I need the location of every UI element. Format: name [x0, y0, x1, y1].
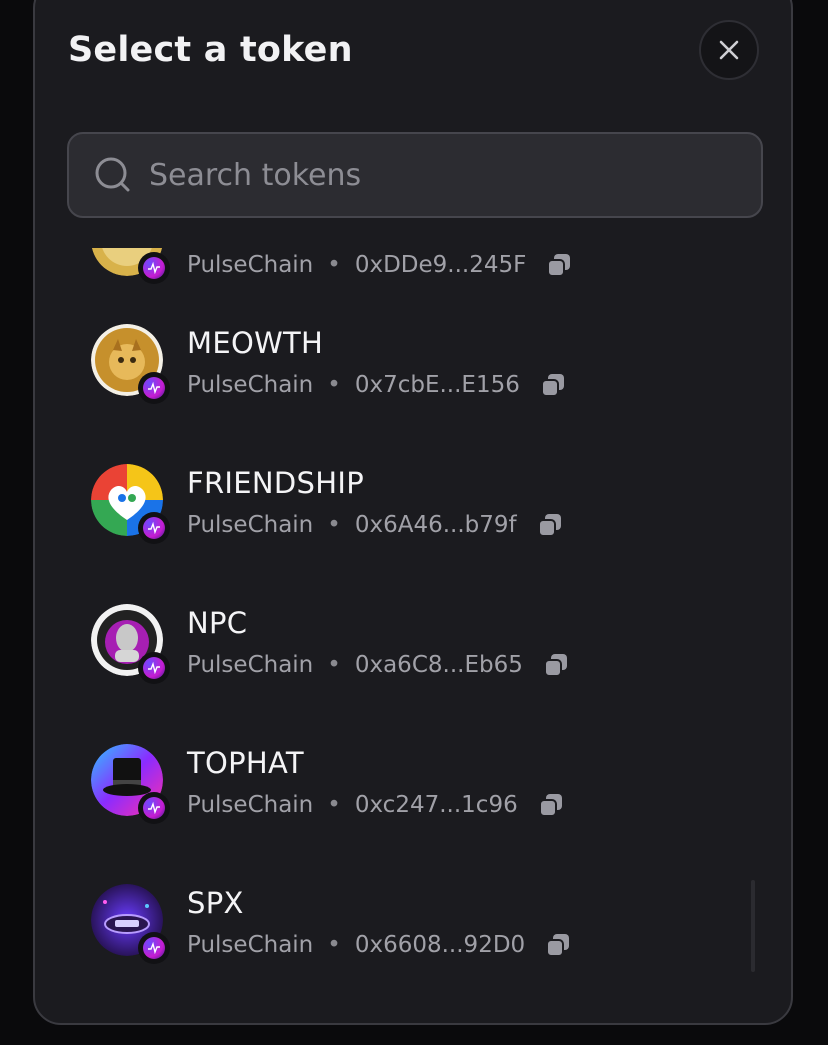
- token-row[interactable]: NPC PulseChain • 0xa6C8...Eb65: [35, 604, 755, 744]
- modal-title: Select a token: [68, 30, 353, 70]
- search-icon: [95, 157, 130, 192]
- token-address: 0xDDe9...245F: [354, 252, 527, 278]
- token-name: MEOWTH: [187, 326, 324, 360]
- separator: •: [327, 792, 341, 818]
- chain-name: PulseChain: [187, 512, 314, 538]
- token-address: 0x7cbE...E156: [354, 372, 520, 398]
- token-name: NPC: [187, 606, 248, 640]
- token-list[interactable]: PulseChain • 0xDDe9...245F MEOWTH PulseC…: [35, 248, 791, 1008]
- token-row[interactable]: FRIENDSHIP PulseChain • 0x6A46...b79f: [35, 464, 755, 604]
- chain-name: PulseChain: [187, 792, 314, 818]
- copy-icon[interactable]: [540, 372, 566, 398]
- token-row[interactable]: SPX PulseChain • 0x6608...92D0: [35, 884, 755, 1008]
- separator: •: [327, 512, 341, 538]
- separator: •: [327, 372, 341, 398]
- close-icon: [719, 40, 739, 60]
- token-meta: PulseChain • 0x7cbE...E156: [187, 372, 566, 398]
- token-meta: PulseChain • 0x6608...92D0: [187, 932, 571, 958]
- pulsechain-badge-icon: [138, 512, 170, 544]
- token-meta: PulseChain • 0xDDe9...245F: [187, 252, 572, 278]
- separator: •: [327, 252, 341, 278]
- pulsechain-badge-icon: [138, 372, 170, 404]
- token-name: SPX: [187, 886, 244, 920]
- chain-name: PulseChain: [187, 372, 314, 398]
- separator: •: [327, 652, 341, 678]
- chain-name: PulseChain: [187, 652, 314, 678]
- token-address: 0xa6C8...Eb65: [354, 652, 523, 678]
- copy-icon[interactable]: [537, 512, 563, 538]
- copy-icon[interactable]: [545, 932, 571, 958]
- separator: •: [327, 932, 341, 958]
- token-name: FRIENDSHIP: [187, 466, 364, 500]
- token-address: 0x6608...92D0: [354, 932, 526, 958]
- token-select-modal: Select a token PulseChain • 0xDDe9...245…: [33, 0, 793, 1025]
- copy-icon[interactable]: [538, 792, 564, 818]
- pulsechain-badge-icon: [138, 792, 170, 824]
- pulsechain-badge-icon: [138, 252, 170, 284]
- token-row[interactable]: TOPHAT PulseChain • 0xc247...1c96: [35, 744, 755, 884]
- pulsechain-badge-icon: [138, 652, 170, 684]
- token-address: 0x6A46...b79f: [354, 512, 517, 538]
- token-name: TOPHAT: [187, 746, 304, 780]
- chain-name: PulseChain: [187, 932, 314, 958]
- token-address: 0xc247...1c96: [354, 792, 518, 818]
- token-meta: PulseChain • 0x6A46...b79f: [187, 512, 563, 538]
- token-meta: PulseChain • 0xa6C8...Eb65: [187, 652, 569, 678]
- search-input[interactable]: [147, 133, 761, 217]
- token-meta: PulseChain • 0xc247...1c96: [187, 792, 564, 818]
- scrollbar[interactable]: [751, 880, 755, 972]
- copy-icon[interactable]: [543, 652, 569, 678]
- search-box[interactable]: [67, 132, 763, 218]
- close-button[interactable]: [699, 20, 759, 80]
- token-row[interactable]: MEOWTH PulseChain • 0x7cbE...E156: [35, 324, 755, 464]
- copy-icon[interactable]: [546, 252, 572, 278]
- chain-name: PulseChain: [187, 252, 314, 278]
- pulsechain-badge-icon: [138, 932, 170, 964]
